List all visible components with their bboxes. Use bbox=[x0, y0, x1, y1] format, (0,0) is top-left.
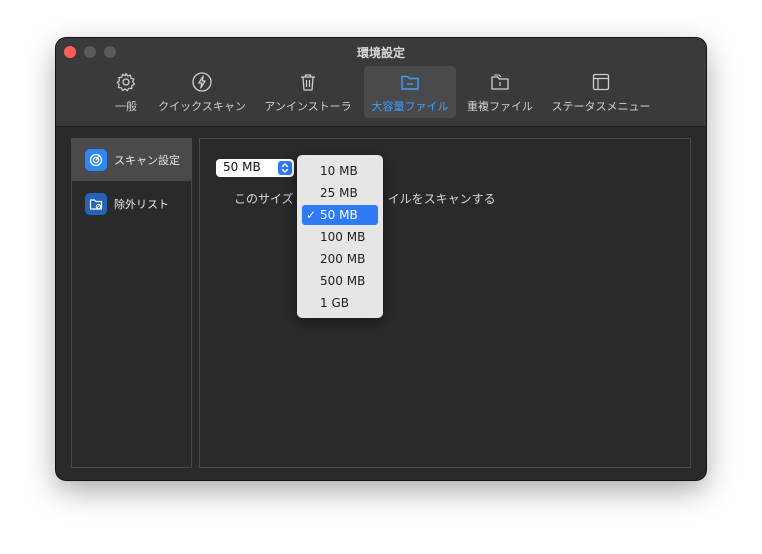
tab-status-menu-label: ステータスメニュー bbox=[551, 100, 651, 113]
dropdown-option[interactable]: 1 GB bbox=[302, 293, 378, 313]
dropdown-option[interactable]: 500 MB bbox=[302, 271, 378, 291]
size-description-after: イルをスキャンする bbox=[387, 192, 496, 206]
lightning-icon bbox=[192, 72, 212, 92]
file-size-select[interactable]: 50 MB bbox=[216, 159, 294, 177]
sidebar-item-exclusion-list[interactable]: 除外リスト bbox=[72, 183, 191, 225]
option-label: 10 MB bbox=[320, 164, 358, 178]
window-title: 環境設定 bbox=[356, 46, 405, 60]
tab-quick-scan[interactable]: クイックスキャン bbox=[154, 66, 250, 118]
size-description-before: このサイズ bbox=[234, 192, 294, 206]
layout-icon bbox=[592, 73, 610, 91]
option-label: 50 MB bbox=[320, 208, 358, 222]
dropdown-option[interactable]: 10 MB bbox=[302, 161, 378, 181]
scan-settings-panel: 50 MB このサイズ イルをスキャンする bbox=[199, 138, 691, 468]
gear-icon bbox=[116, 72, 136, 92]
file-size-select-value: 50 MB bbox=[223, 160, 261, 174]
tab-uninstaller[interactable]: アンインストーラ bbox=[260, 66, 356, 118]
tab-uninstaller-label: アンインストーラ bbox=[264, 100, 352, 113]
sidebar-item-scan-settings[interactable]: スキャン設定 bbox=[72, 139, 191, 181]
sidebar-item-label: 除外リスト bbox=[114, 198, 169, 211]
sidebar-item-label: スキャン設定 bbox=[114, 154, 180, 167]
option-label: 100 MB bbox=[320, 230, 366, 244]
dropdown-option[interactable]: 200 MB bbox=[302, 249, 378, 269]
tab-quick-scan-label: クイックスキャン bbox=[158, 100, 246, 113]
radar-icon bbox=[85, 149, 107, 171]
option-label: 200 MB bbox=[320, 252, 366, 266]
option-label: 500 MB bbox=[320, 274, 366, 288]
dropdown-option[interactable]: 100 MB bbox=[302, 227, 378, 247]
dropdown-option[interactable]: 25 MB bbox=[302, 183, 378, 203]
titlebar: 環境設定 一般 クイックスキャン アンインストーラ 大容量ファイル 重複ファイル… bbox=[56, 38, 706, 127]
duplicate-folder-icon bbox=[491, 74, 509, 90]
folder-icon bbox=[401, 75, 419, 90]
tab-duplicate-files[interactable]: 重複ファイル bbox=[460, 66, 540, 118]
tab-status-menu[interactable]: ステータスメニュー bbox=[546, 66, 656, 118]
dropdown-option-selected[interactable]: ✓ 50 MB bbox=[302, 205, 378, 225]
checkmark-icon: ✓ bbox=[306, 208, 317, 222]
select-stepper-icon bbox=[278, 161, 292, 175]
tab-large-files-label: 大容量ファイル bbox=[371, 100, 449, 113]
excluded-folder-icon bbox=[85, 193, 107, 215]
file-size-dropdown-menu: 10 MB 25 MB ✓ 50 MB 100 MB 200 MB 500 MB … bbox=[297, 155, 383, 318]
option-label: 25 MB bbox=[320, 186, 358, 200]
tab-duplicate-files-label: 重複ファイル bbox=[467, 100, 533, 113]
option-label: 1 GB bbox=[320, 296, 349, 310]
trash-icon bbox=[301, 74, 315, 91]
tab-general-label: 一般 bbox=[115, 100, 137, 113]
tab-general[interactable]: 一般 bbox=[104, 66, 148, 118]
tab-large-files[interactable]: 大容量ファイル bbox=[364, 66, 456, 118]
settings-sidebar: スキャン設定 除外リスト bbox=[71, 138, 192, 468]
